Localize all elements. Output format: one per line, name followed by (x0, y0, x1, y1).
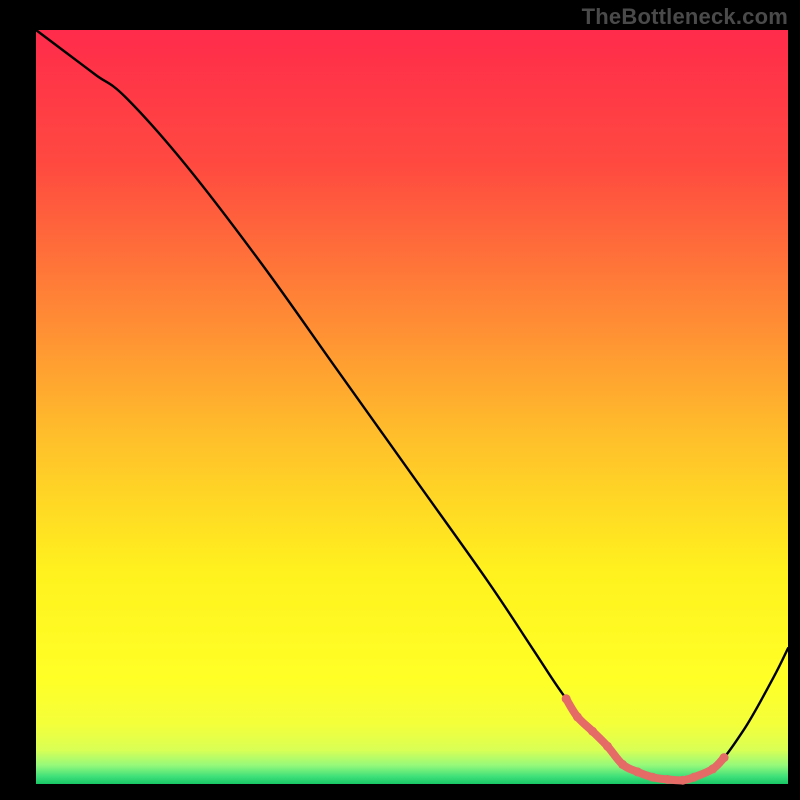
highlight-dot (588, 727, 597, 736)
plot-background (36, 30, 788, 784)
highlight-dot (708, 764, 717, 773)
highlight-dot (663, 775, 672, 784)
highlight-dot (562, 694, 571, 703)
chart-frame: TheBottleneck.com (0, 0, 800, 800)
highlight-dot (648, 773, 657, 782)
highlight-dot (573, 712, 582, 721)
watermark-text: TheBottleneck.com (582, 4, 788, 30)
highlight-dot (618, 760, 627, 769)
highlight-dot (633, 767, 642, 776)
highlight-dot (603, 742, 612, 751)
chart-canvas (0, 0, 800, 800)
highlight-dot (678, 776, 687, 785)
highlight-dot (720, 753, 729, 762)
highlight-dot (690, 773, 699, 782)
